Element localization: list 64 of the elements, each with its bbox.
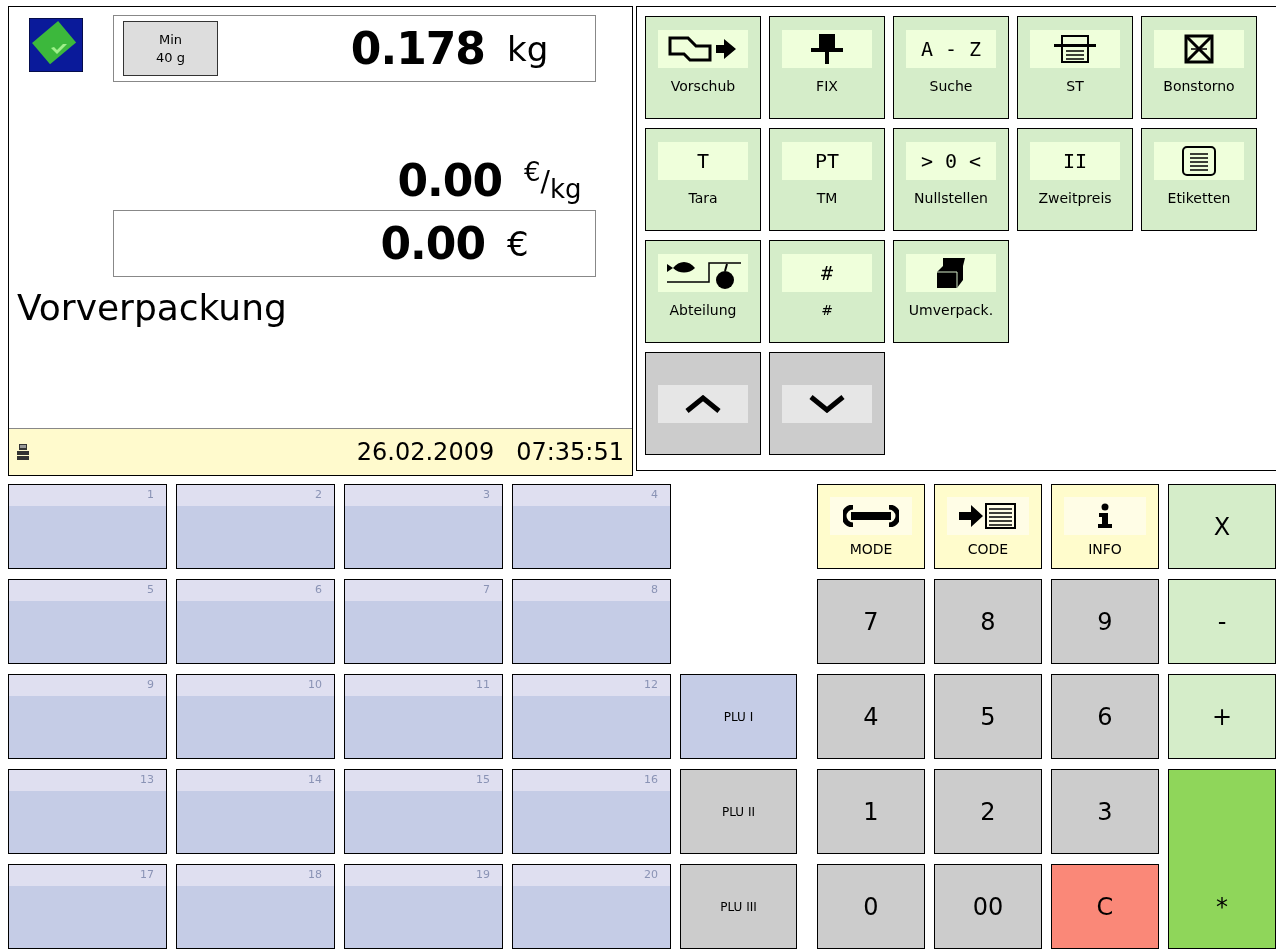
keypad-key[interactable]: 4 [817, 674, 925, 759]
function-key[interactable]: MODE [817, 484, 925, 569]
crossed-box-icon [1183, 33, 1215, 65]
function-key[interactable]: # # [769, 240, 885, 343]
keypad-key[interactable]: X [1168, 484, 1276, 569]
function-key[interactable]: T Tara [645, 128, 761, 231]
function-key[interactable]: Vorschub [645, 16, 761, 119]
keypad-key[interactable]: 3 [1051, 769, 1159, 854]
key-symbol: II [1062, 149, 1088, 173]
weight-value: 0.178 [350, 23, 485, 74]
keypad-key[interactable]: * [1168, 769, 1276, 949]
keypad-key[interactable]: 00 [934, 864, 1042, 949]
function-key[interactable]: Bonstorno [1141, 16, 1257, 119]
min-weight-button[interactable]: Min 40 g [123, 21, 218, 76]
function-key[interactable]: FIX [769, 16, 885, 119]
keypad-key[interactable]: 6 [1051, 674, 1159, 759]
keypad-key[interactable]: 0 [817, 864, 925, 949]
keypad-key[interactable]: 1 [817, 769, 925, 854]
keypad-key[interactable]: 9 [1051, 579, 1159, 664]
function-key[interactable]: Etiketten [1141, 128, 1257, 231]
weight-unit: kg [507, 28, 550, 69]
keypad-key[interactable]: 8 [934, 579, 1042, 664]
total-price-value: 0.00 [380, 218, 485, 269]
plu-level-button[interactable]: PLU III [680, 864, 797, 949]
status-time: 07:35:51 [516, 438, 624, 466]
chevron-up-icon [685, 395, 721, 413]
keypad-key[interactable]: 2 [934, 769, 1042, 854]
function-key[interactable]: Abteilung [645, 240, 761, 343]
tab-arrow-icon [668, 34, 738, 64]
key-symbol: > 0 < [920, 149, 982, 173]
key-symbol: T [696, 149, 709, 173]
keypad-key[interactable]: 5 [934, 674, 1042, 759]
keypad-key[interactable]: - [1168, 579, 1276, 664]
function-key[interactable]: INFO [1051, 484, 1159, 569]
printer-icon [1054, 33, 1096, 65]
chevron-down-icon [809, 395, 845, 413]
terminal-icon [17, 444, 29, 460]
scroll-up-button[interactable] [645, 352, 761, 455]
arrow-list-icon [959, 502, 1017, 530]
wrench-icon [843, 505, 899, 527]
status-date: 26.02.2009 [356, 438, 495, 466]
plu-level-button[interactable]: PLU II [680, 769, 797, 854]
keypad-key[interactable]: + [1168, 674, 1276, 759]
key-symbol: A - Z [920, 37, 982, 61]
scroll-down-button[interactable] [769, 352, 885, 455]
unit-price-value: 0.00 [397, 155, 502, 206]
function-key[interactable]: II Zweitpreis [1017, 128, 1133, 231]
mode-label: Vorverpackung [17, 287, 288, 328]
function-key[interactable]: > 0 < Nullstellen [893, 128, 1009, 231]
keypad-key[interactable]: 7 [817, 579, 925, 664]
key-symbol: # [820, 261, 833, 285]
keypad-key[interactable]: C [1051, 864, 1159, 949]
function-key[interactable]: A - Z Suche [893, 16, 1009, 119]
logo-icon [29, 18, 83, 72]
pin-icon [809, 32, 845, 66]
key-symbol: PT [814, 149, 840, 173]
function-key[interactable]: CODE [934, 484, 1042, 569]
total-price-unit: € [507, 223, 530, 264]
function-key[interactable]: PT TM [769, 128, 885, 231]
function-key[interactable]: ST [1017, 16, 1133, 119]
document-icon [1181, 145, 1217, 177]
plu-level-button[interactable]: PLU I [680, 674, 797, 759]
function-key[interactable]: Umverpack. [893, 240, 1009, 343]
info-icon [1095, 503, 1115, 529]
